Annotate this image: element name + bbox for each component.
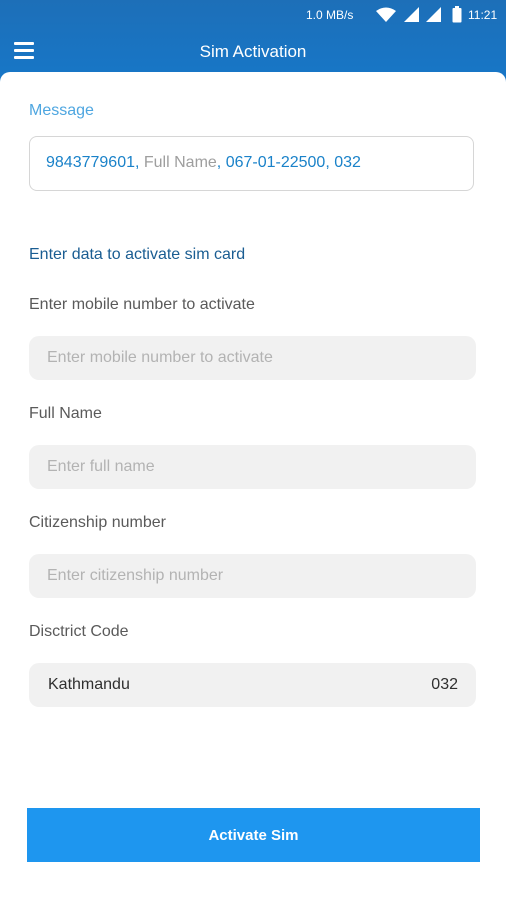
activate-sim-button[interactable]: Activate Sim xyxy=(27,808,480,862)
clock: 11:21 xyxy=(468,8,498,22)
signal-icon xyxy=(426,7,442,26)
full-name-label: Full Name xyxy=(29,405,102,422)
page-title: Sim Activation xyxy=(199,42,307,61)
screen: 1.0 MB/s 11:21 Sim Activation Message 98… xyxy=(0,0,506,900)
district-select[interactable]: Kathmandu 032 xyxy=(29,663,476,707)
mobile-label: Enter mobile number to activate xyxy=(29,296,255,313)
wifi-icon xyxy=(376,7,396,26)
form-title: Enter data to activate sim card xyxy=(29,246,246,263)
message-name: Full Name xyxy=(139,154,217,171)
message-rest: , 067-01-22500, 032 xyxy=(216,154,361,171)
status-bar: 1.0 MB/s 11:21 xyxy=(0,0,506,30)
message-mobile: 9843779601, xyxy=(46,154,140,171)
message-label: Message xyxy=(29,102,94,119)
citizenship-number-input[interactable] xyxy=(29,554,476,598)
citizenship-label: Citizenship number xyxy=(29,514,166,531)
district-code: 032 xyxy=(431,676,458,693)
battery-icon xyxy=(452,6,462,26)
district-code-label: Disctrict Code xyxy=(29,623,129,640)
full-name-input[interactable] xyxy=(29,445,476,489)
network-speed: 1.0 MB/s xyxy=(306,8,354,22)
app-bar: Sim Activation xyxy=(0,30,506,76)
signal-icon xyxy=(404,7,420,26)
district-name: Kathmandu xyxy=(48,676,130,693)
mobile-number-input[interactable] xyxy=(29,336,476,380)
message-box: 9843779601, Full Name, 067-01-22500, 032 xyxy=(29,136,474,191)
